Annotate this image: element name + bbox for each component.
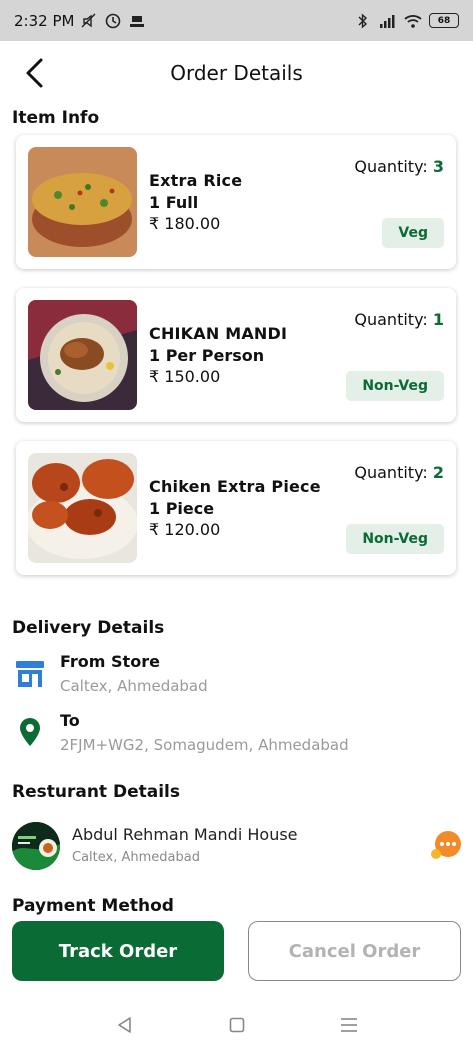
arrow-back-icon: [26, 58, 43, 88]
wifi-icon: [404, 12, 422, 30]
app-bar: Order Details: [0, 41, 473, 105]
status-time: 2:32 PM: [14, 11, 75, 30]
quantity-value: 1: [432, 310, 444, 329]
restaurant-logo: [12, 822, 60, 870]
order-item-card[interactable]: Extra Rice 1 Full ₹ 180.00 Quantity: 3 V…: [16, 135, 456, 269]
chat-button[interactable]: [428, 830, 462, 860]
store-icon: [14, 658, 46, 690]
triangle-back-icon: [117, 1017, 131, 1033]
item-image: [28, 300, 137, 410]
track-order-button[interactable]: Track Order: [12, 921, 224, 981]
system-nav-bar: [0, 1000, 473, 1050]
notification-icon: [128, 12, 146, 30]
item-variant: 1 Piece: [149, 499, 215, 518]
mute-icon: [80, 12, 98, 30]
quantity-value: 2: [432, 463, 444, 482]
to-label: To: [60, 711, 80, 730]
restaurant-location: Caltex, Ahmedabad: [72, 850, 200, 865]
diet-tag: Veg: [382, 218, 444, 248]
to-address: 2FJM+WG2, Somagudem, Ahmedabad: [60, 736, 349, 754]
battery-indicator: 68: [429, 13, 459, 28]
quantity-value: 3: [432, 157, 444, 176]
location-pin-icon: [14, 716, 46, 748]
item-name: Chiken Extra Piece: [149, 477, 321, 496]
menu-icon: [340, 1018, 357, 1032]
diet-tag: Non-Veg: [346, 524, 444, 554]
item-variant: 1 Full: [149, 193, 199, 212]
cancel-order-button[interactable]: Cancel Order: [248, 921, 461, 981]
item-name: CHIKAN MANDI: [149, 324, 288, 343]
square-home-icon: [229, 1017, 244, 1033]
back-button[interactable]: [18, 55, 50, 91]
item-image: [28, 453, 137, 563]
from-store-address: Caltex, Ahmedabad: [60, 677, 208, 695]
status-left: 2:32 PM: [14, 12, 146, 30]
nav-home-button[interactable]: [225, 1013, 249, 1037]
bluetooth-icon: [354, 12, 372, 30]
nav-menu-button[interactable]: [337, 1013, 361, 1037]
item-name: Extra Rice: [149, 171, 243, 190]
item-price: ₹ 150.00: [149, 367, 221, 386]
item-price: ₹ 180.00: [149, 214, 221, 233]
quantity-label: Quantity:: [354, 463, 428, 482]
item-price: ₹ 120.00: [149, 520, 221, 539]
payment-method-title: Payment Method: [12, 896, 174, 916]
order-item-card[interactable]: CHIKAN MANDI 1 Per Person ₹ 150.00 Quant…: [16, 288, 456, 422]
from-store-label: From Store: [60, 652, 160, 671]
item-variant: 1 Per Person: [149, 346, 265, 365]
signal-icon: [379, 12, 397, 30]
item-quantity: Quantity: 3: [354, 157, 444, 176]
alarm-icon: [104, 12, 122, 30]
restaurant-details-title: Resturant Details: [12, 782, 180, 802]
item-quantity: Quantity: 2: [354, 463, 444, 482]
delivery-details-title: Delivery Details: [12, 618, 165, 638]
page-title: Order Details: [170, 61, 303, 85]
nav-back-button[interactable]: [113, 1013, 137, 1037]
status-bar: 2:32 PM 68: [0, 0, 473, 41]
diet-tag: Non-Veg: [346, 371, 444, 401]
quantity-label: Quantity:: [354, 157, 428, 176]
quantity-label: Quantity:: [354, 310, 428, 329]
item-image: [28, 147, 137, 257]
order-item-card[interactable]: Chiken Extra Piece 1 Piece ₹ 120.00 Quan…: [16, 441, 456, 575]
item-info-title: Item Info: [12, 108, 100, 128]
item-quantity: Quantity: 1: [354, 310, 444, 329]
restaurant-name: Abdul Rehman Mandi House: [72, 825, 298, 844]
status-right: 68: [354, 12, 459, 30]
chat-icon: [431, 831, 461, 859]
